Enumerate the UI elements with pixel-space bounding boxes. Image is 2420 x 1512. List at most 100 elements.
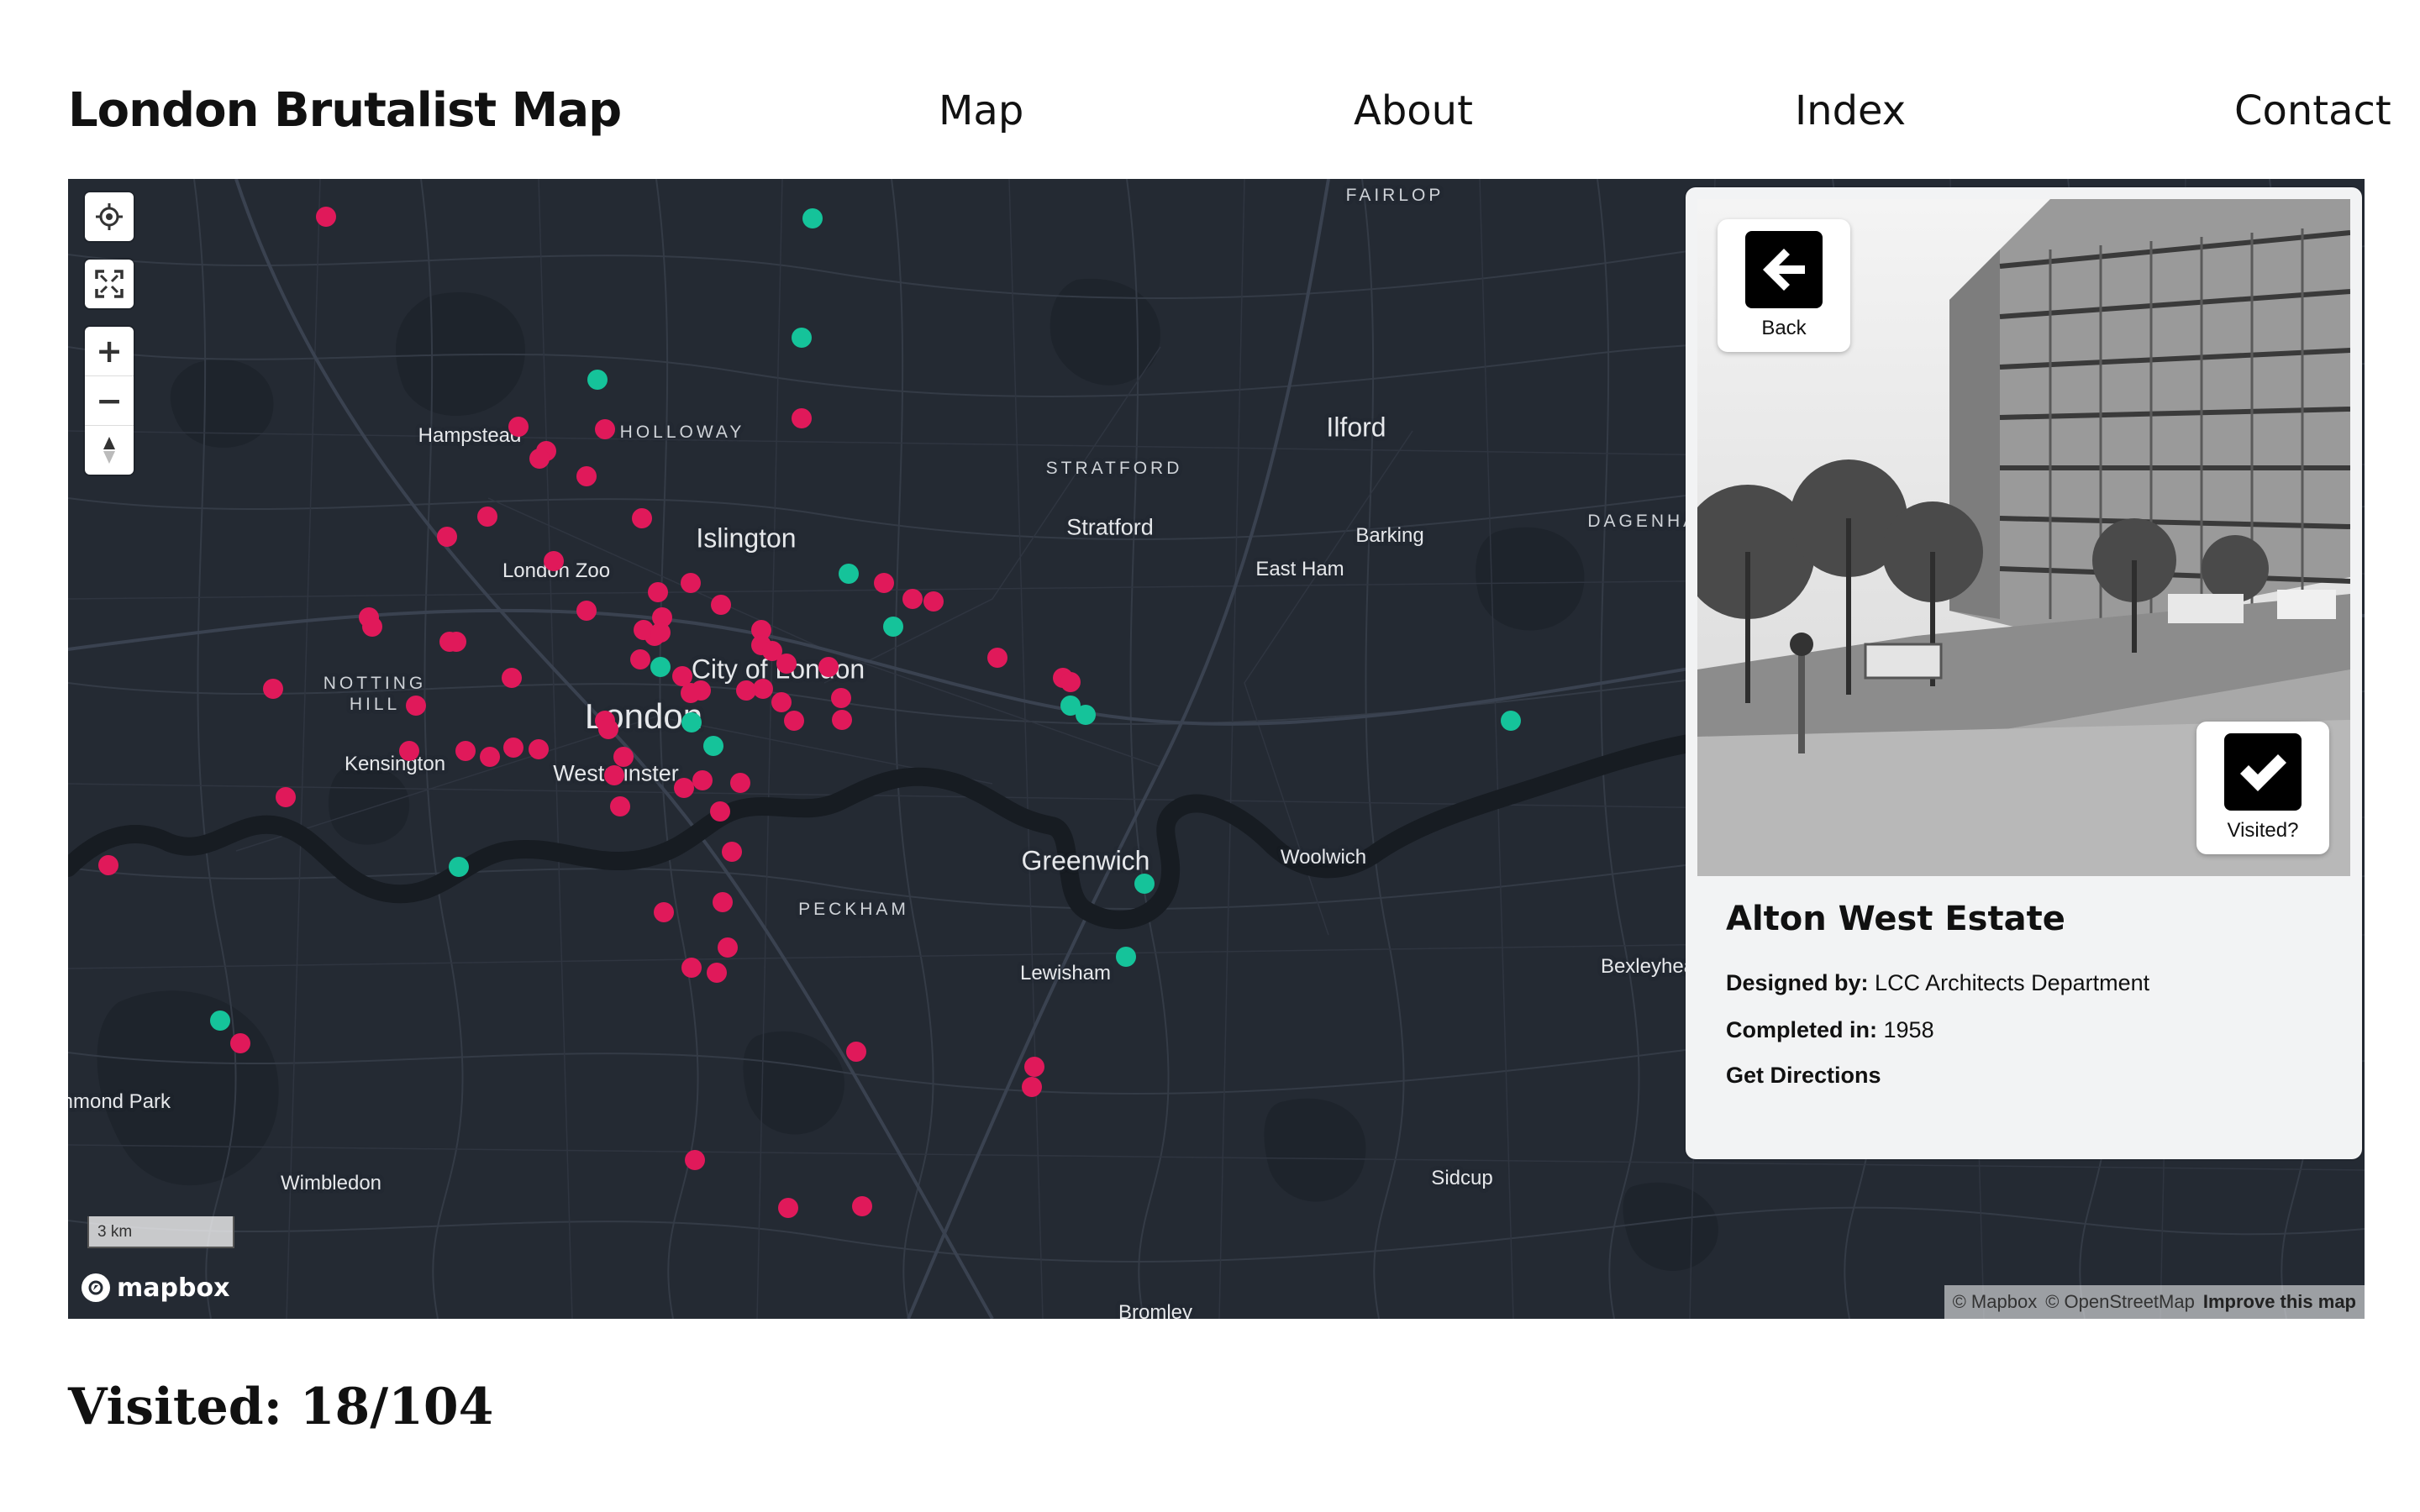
building-marker-unvisited[interactable]	[685, 1149, 706, 1170]
place-label: East Ham	[1255, 558, 1344, 580]
mapbox-logo[interactable]: mapbox	[82, 1271, 229, 1305]
building-marker-unvisited[interactable]	[680, 683, 701, 704]
building-marker-unvisited[interactable]	[729, 773, 750, 794]
building-marker-unvisited[interactable]	[647, 582, 668, 603]
building-marker-unvisited[interactable]	[654, 901, 675, 922]
visited-toggle[interactable]: Visited?	[2196, 722, 2329, 854]
locate-button[interactable]	[85, 192, 134, 241]
nav-contact[interactable]: Contact	[2234, 77, 2391, 144]
building-marker-unvisited[interactable]	[439, 632, 460, 653]
building-marker-unvisited[interactable]	[315, 207, 336, 228]
building-marker-visited[interactable]	[792, 328, 813, 349]
building-marker-visited[interactable]	[449, 857, 470, 877]
building-marker-visited[interactable]	[1116, 947, 1137, 968]
building-marker-unvisited[interactable]	[576, 601, 597, 622]
building-marker-unvisited[interactable]	[722, 841, 743, 862]
building-marker-unvisited[interactable]	[544, 551, 565, 572]
building-marker-unvisited[interactable]	[902, 588, 923, 609]
building-marker-unvisited[interactable]	[846, 1041, 867, 1062]
building-marker-visited[interactable]	[802, 208, 823, 229]
building-marker-unvisited[interactable]	[508, 416, 529, 437]
building-marker-unvisited[interactable]	[709, 801, 730, 822]
nav-about[interactable]: About	[1354, 77, 1473, 144]
building-marker-unvisited[interactable]	[98, 855, 119, 876]
building-marker-unvisited[interactable]	[717, 937, 738, 958]
building-marker-unvisited[interactable]	[595, 419, 615, 440]
building-marker-unvisited[interactable]	[632, 507, 653, 528]
building-marker-unvisited[interactable]	[480, 746, 501, 767]
building-marker-unvisited[interactable]	[476, 506, 497, 527]
building-marker-unvisited[interactable]	[613, 746, 634, 767]
building-marker-unvisited[interactable]	[610, 796, 631, 816]
building-marker-unvisited[interactable]	[784, 711, 805, 732]
building-marker-unvisited[interactable]	[576, 465, 597, 486]
site-title[interactable]: London Brutalist Map	[68, 77, 622, 144]
building-marker-unvisited[interactable]	[502, 667, 523, 688]
nav-index[interactable]: Index	[1795, 77, 1906, 144]
building-marker-unvisited[interactable]	[529, 449, 550, 470]
building-marker-unvisited[interactable]	[711, 595, 732, 615]
building-marker-unvisited[interactable]	[362, 616, 383, 637]
zoom-in-button[interactable]: +	[85, 327, 134, 375]
compass-button[interactable]	[85, 425, 134, 475]
building-marker-unvisited[interactable]	[1024, 1057, 1045, 1078]
building-marker-unvisited[interactable]	[852, 1196, 873, 1217]
place-label: Ilford	[1326, 412, 1386, 443]
building-marker-unvisited[interactable]	[503, 737, 524, 758]
building-marker-unvisited[interactable]	[455, 740, 476, 761]
building-marker-visited[interactable]	[703, 736, 724, 756]
get-directions-link[interactable]: Get Directions	[1726, 1063, 1881, 1089]
building-marker-unvisited[interactable]	[436, 526, 457, 547]
building-marker-visited[interactable]	[883, 616, 904, 637]
building-marker-unvisited[interactable]	[830, 687, 851, 708]
building-marker-unvisited[interactable]	[604, 765, 625, 786]
zoom-out-button[interactable]: −	[85, 375, 134, 425]
building-marker-visited[interactable]	[1501, 711, 1522, 732]
building-marker-unvisited[interactable]	[630, 648, 651, 669]
building-marker-unvisited[interactable]	[692, 769, 713, 790]
building-marker-unvisited[interactable]	[771, 692, 792, 713]
building-marker-unvisited[interactable]	[681, 958, 702, 978]
building-marker-visited[interactable]	[210, 1010, 231, 1031]
building-marker-unvisited[interactable]	[262, 678, 283, 699]
building-marker-unvisited[interactable]	[528, 738, 549, 759]
building-marker-visited[interactable]	[1134, 874, 1155, 895]
building-marker-unvisited[interactable]	[230, 1033, 251, 1054]
building-marker-visited[interactable]	[681, 712, 702, 733]
completed-value: 1958	[1883, 1017, 1934, 1042]
building-marker-unvisited[interactable]	[275, 786, 296, 807]
building-marker-unvisited[interactable]	[597, 718, 618, 739]
building-marker-unvisited[interactable]	[987, 647, 1008, 668]
map-label: HOLLOWAY	[619, 423, 745, 442]
back-button[interactable]: Back	[1718, 219, 1850, 352]
building-marker-unvisited[interactable]	[680, 573, 701, 594]
building-marker-unvisited[interactable]	[674, 777, 695, 798]
building-marker-unvisited[interactable]	[792, 408, 813, 429]
building-detail-panel: Back Visited? Alton West Estate Designed…	[1686, 187, 2362, 1159]
building-marker-unvisited[interactable]	[713, 892, 734, 913]
building-marker-unvisited[interactable]	[399, 740, 420, 761]
building-marker-unvisited[interactable]	[923, 591, 944, 612]
building-marker-unvisited[interactable]	[1021, 1077, 1042, 1098]
building-marker-unvisited[interactable]	[405, 696, 426, 716]
building-marker-visited[interactable]	[838, 564, 859, 585]
building-photo: Back Visited?	[1697, 199, 2350, 876]
fullscreen-button[interactable]	[85, 260, 134, 308]
nav-map[interactable]: Map	[939, 77, 1023, 144]
improve-map-link[interactable]: Improve this map	[2203, 1291, 2356, 1313]
building-marker-unvisited[interactable]	[736, 680, 756, 701]
building-marker-unvisited[interactable]	[832, 709, 853, 730]
building-marker-unvisited[interactable]	[650, 622, 671, 643]
building-marker-visited[interactable]	[1076, 705, 1097, 726]
building-marker-visited[interactable]	[650, 656, 671, 677]
building-marker-unvisited[interactable]	[1060, 672, 1081, 693]
building-marker-unvisited[interactable]	[776, 654, 797, 675]
building-marker-unvisited[interactable]	[706, 962, 727, 983]
attribution-mapbox[interactable]: © Mapbox	[1953, 1291, 2038, 1313]
building-marker-unvisited[interactable]	[874, 573, 895, 594]
building-marker-unvisited[interactable]	[777, 1198, 798, 1219]
attribution-osm[interactable]: © OpenStreetMap	[2045, 1291, 2195, 1313]
building-marker-visited[interactable]	[587, 370, 608, 391]
building-marker-unvisited[interactable]	[818, 656, 839, 677]
designed-by-row: Designed by: LCC Architects Department	[1726, 970, 2149, 996]
